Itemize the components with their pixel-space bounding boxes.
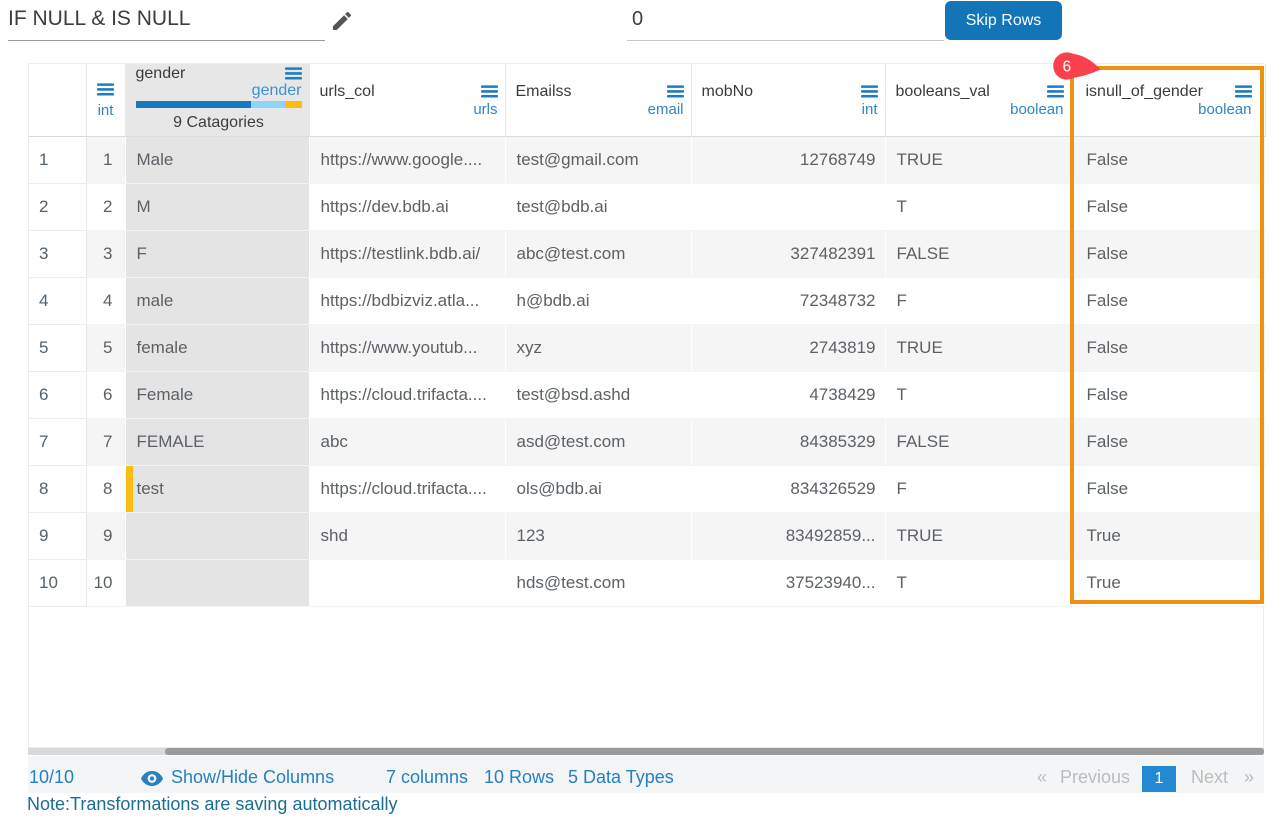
- svg-text:6: 6: [1062, 59, 1071, 76]
